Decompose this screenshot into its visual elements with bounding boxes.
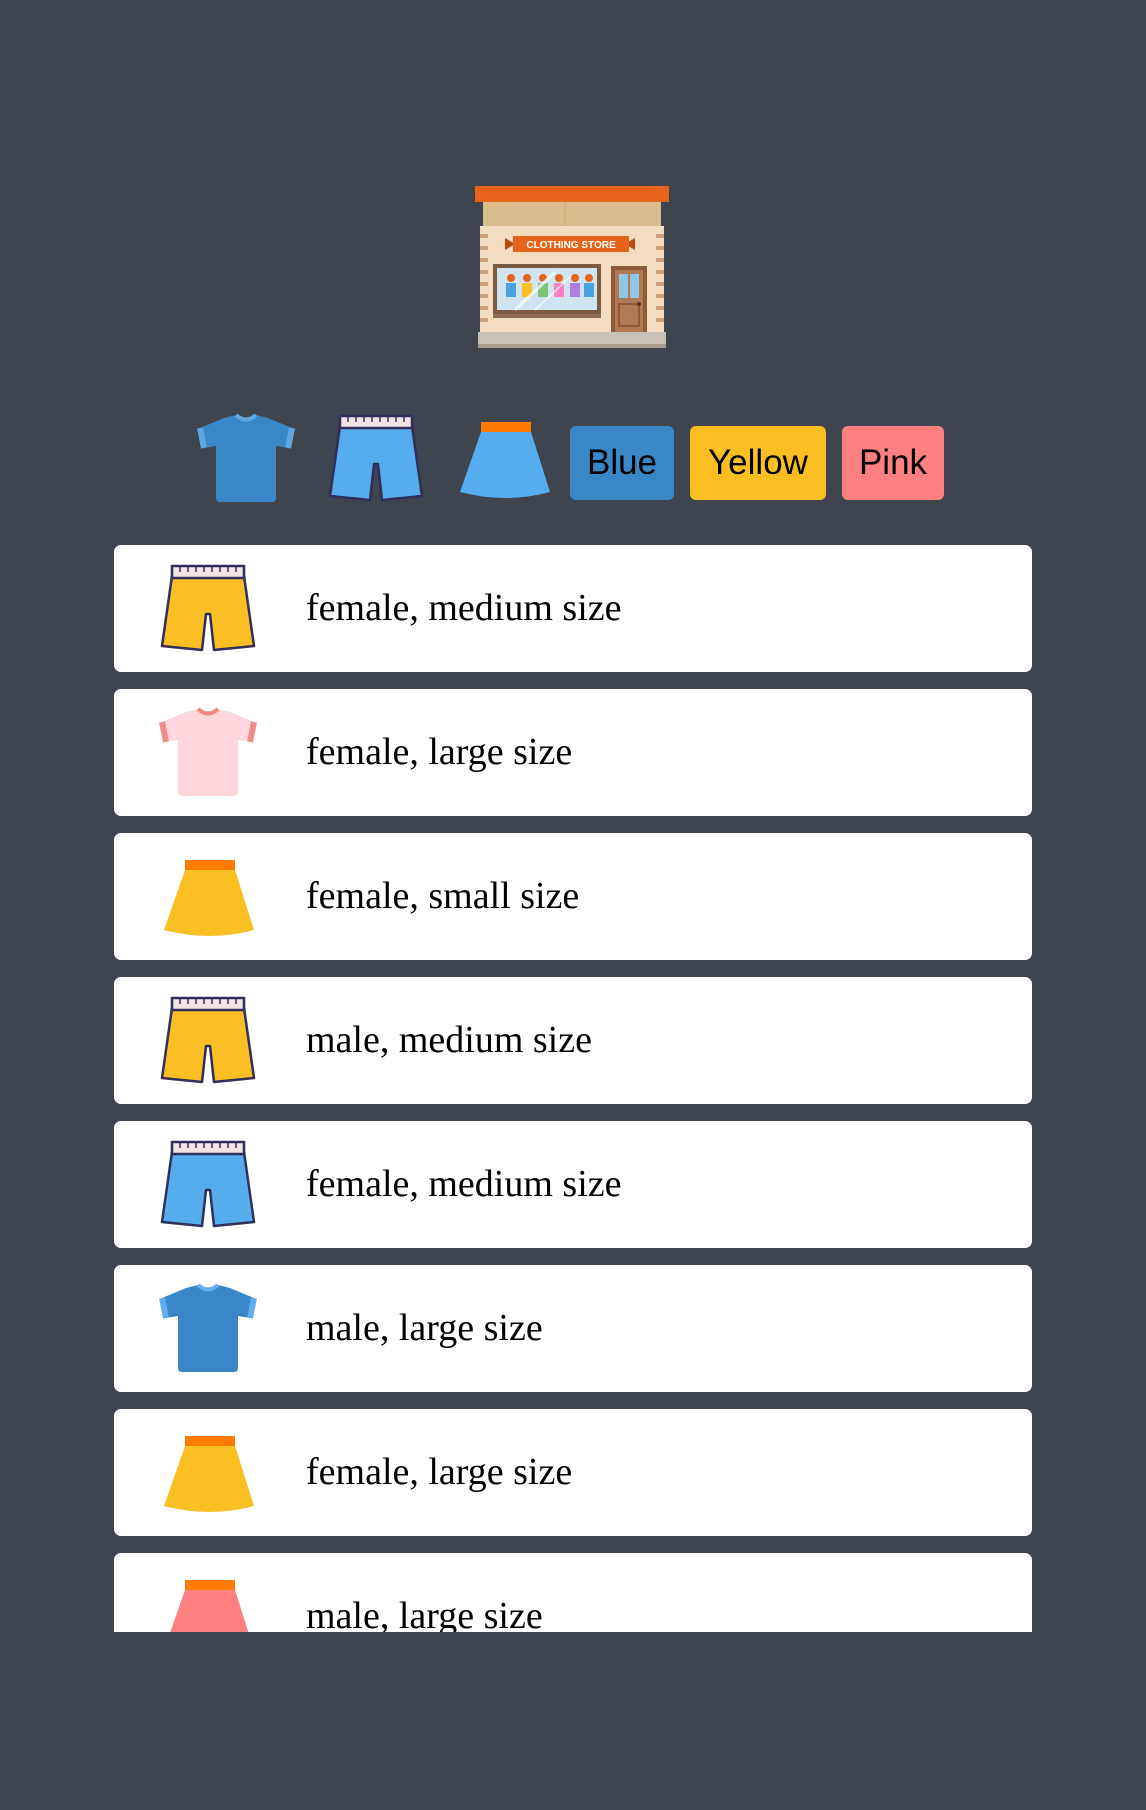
shorts-icon [158, 562, 258, 654]
item-description: female, small size [306, 875, 580, 917]
list-item[interactable]: male, medium size [114, 977, 1032, 1104]
item-description: female, large size [306, 1451, 573, 1493]
item-description: female, medium size [306, 1163, 622, 1205]
item-description: male, medium size [306, 1019, 592, 1061]
store-sign-text: CLOTHING STORE [526, 240, 616, 251]
skirt-filter-icon[interactable] [454, 412, 554, 504]
product-list[interactable]: female, medium size female, large size fem… [114, 545, 1032, 1632]
blue-filter-button[interactable]: Blue [570, 426, 674, 500]
list-item[interactable]: male, large size [114, 1265, 1032, 1392]
item-description: male, large size [306, 1307, 543, 1349]
clothing-store-icon: CLOTHING STORE [475, 186, 669, 350]
tshirt-icon [158, 1282, 258, 1374]
skirt-icon [158, 1426, 258, 1518]
shorts-icon [158, 1138, 258, 1230]
shorts-filter-icon[interactable] [326, 412, 426, 504]
list-item[interactable]: female, small size [114, 833, 1032, 960]
shorts-icon [158, 994, 258, 1086]
list-item[interactable]: female, medium size [114, 1121, 1032, 1248]
pink-filter-button[interactable]: Pink [842, 426, 944, 500]
list-item[interactable]: male, large size [114, 1553, 1032, 1632]
skirt-icon [158, 1570, 258, 1632]
filter-bar: Blue Yellow Pink [196, 408, 956, 508]
list-item[interactable]: female, medium size [114, 545, 1032, 672]
tshirt-icon [158, 706, 258, 798]
item-description: female, medium size [306, 587, 622, 629]
item-description: male, large size [306, 1595, 543, 1632]
yellow-filter-button[interactable]: Yellow [690, 426, 826, 500]
skirt-icon [158, 850, 258, 942]
list-item[interactable]: female, large size [114, 689, 1032, 816]
list-item[interactable]: female, large size [114, 1409, 1032, 1536]
tshirt-filter-icon[interactable] [196, 412, 296, 504]
item-description: female, large size [306, 731, 573, 773]
